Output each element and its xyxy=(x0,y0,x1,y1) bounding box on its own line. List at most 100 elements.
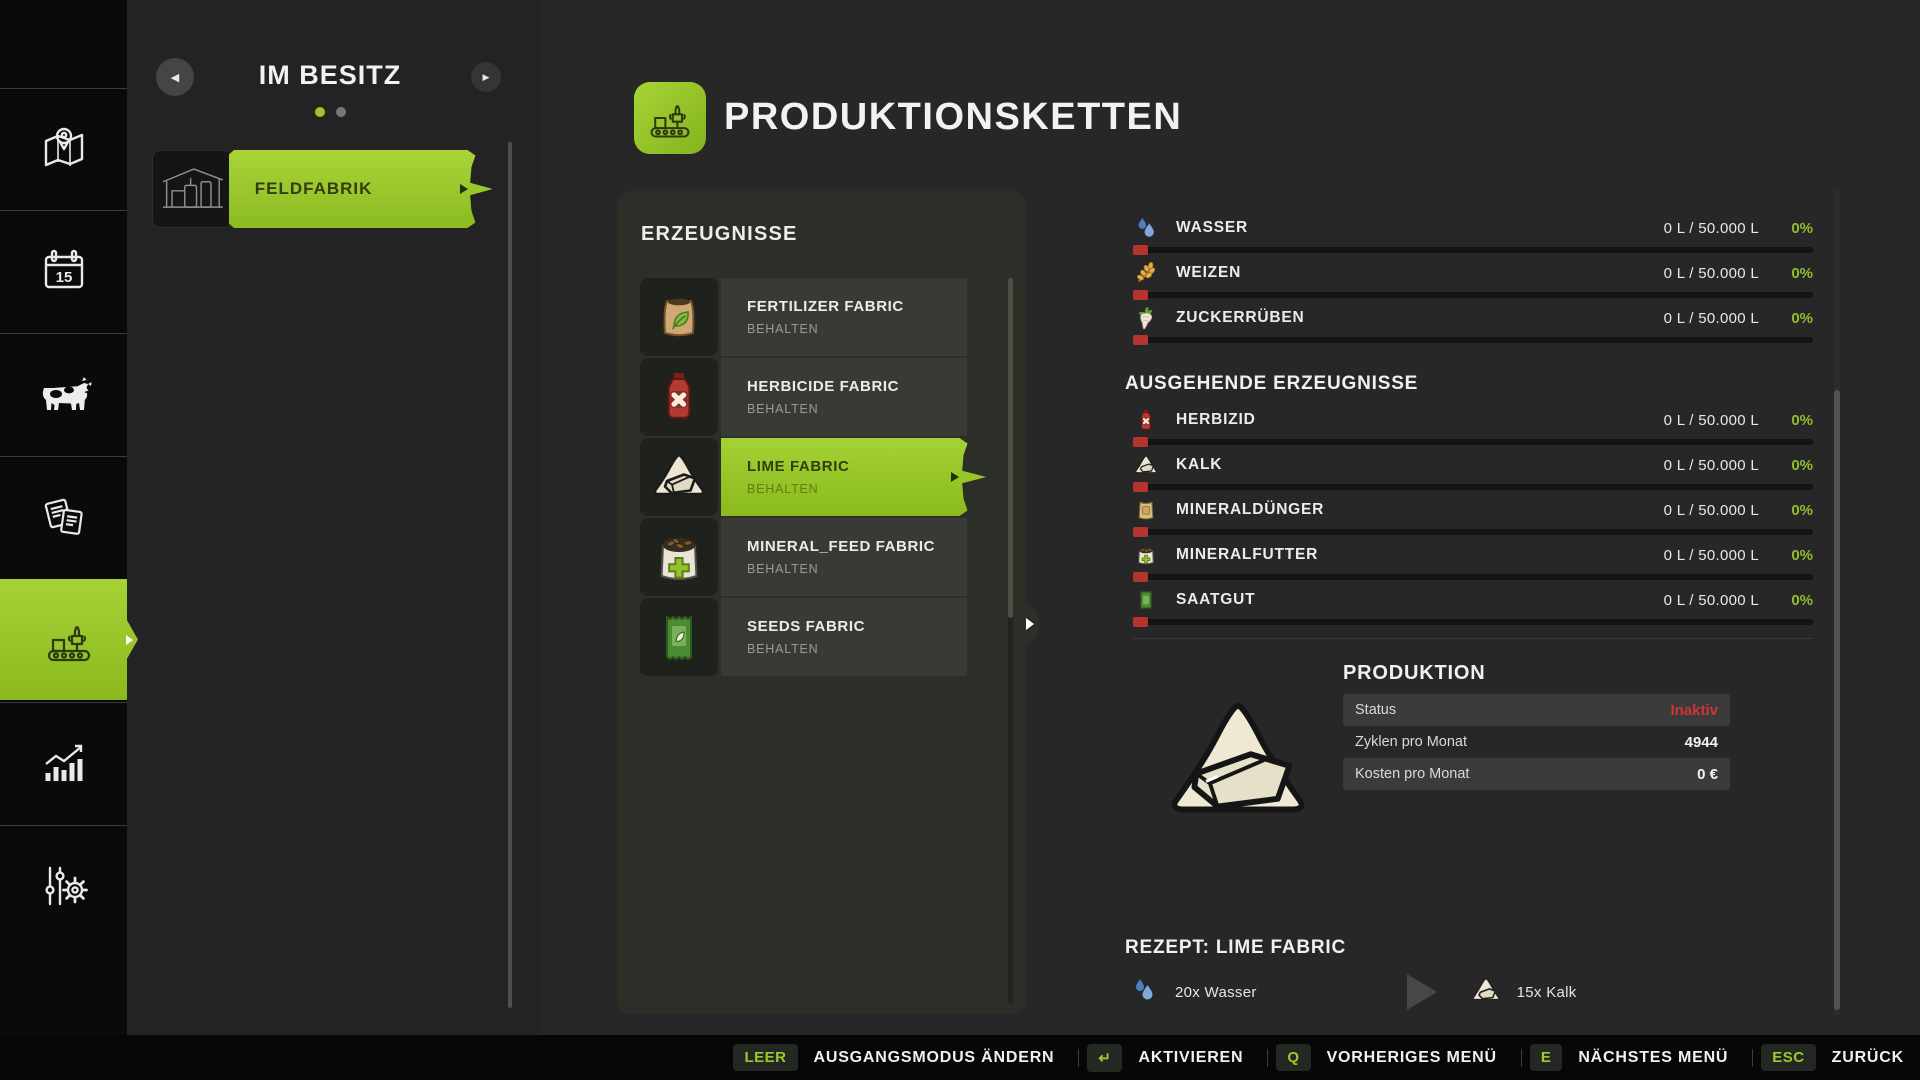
water-icon xyxy=(1133,215,1159,241)
outgoing-section-title: AUSGEHENDE ERZEUGNISSE xyxy=(1125,373,1418,395)
seeds-icon xyxy=(640,598,718,676)
products-list: FERTILIZER FABRIC BEHALTEN HERBICIDE FAB… xyxy=(640,278,1010,678)
product-label: HERBICIDE FABRIC xyxy=(747,378,967,395)
storage-percent: 0% xyxy=(1759,220,1813,237)
settings-icon xyxy=(38,860,90,912)
lime-pile-image xyxy=(1145,698,1331,829)
prev-page-button[interactable]: ◀ xyxy=(156,58,194,96)
fertilizer-icon xyxy=(640,278,718,356)
product-item-fertilizer[interactable]: FERTILIZER FABRIC BEHALTEN xyxy=(640,278,1010,356)
recipe-input-label: 20x Wasser xyxy=(1175,984,1257,1001)
product-item-body: SEEDS FABRIC BEHALTEN xyxy=(721,598,967,676)
fill-bar xyxy=(1133,529,1813,535)
wheat-icon xyxy=(1133,260,1159,286)
separator xyxy=(1267,1049,1268,1067)
sidebar-item-animals[interactable] xyxy=(0,333,127,454)
product-item-body: MINERAL_FEED FABRIC BEHALTEN xyxy=(721,518,967,596)
chevron-right-icon xyxy=(951,472,959,482)
key-e[interactable]: E xyxy=(1530,1044,1563,1071)
storage-row-mineralfutter: MINERALFUTTER 0 L / 50.000 L 0% xyxy=(1125,540,1813,582)
recipe-arrow-icon xyxy=(1407,974,1437,1010)
products-scrollbar[interactable] xyxy=(1008,278,1013,1004)
next-page-button[interactable]: ▶ xyxy=(471,62,501,92)
storage-label: HERBIZID xyxy=(1176,411,1664,429)
right-scrollbar[interactable] xyxy=(1834,190,1840,1015)
product-item-body: LIME FABRIC BEHALTEN xyxy=(721,438,989,516)
storage-percent: 0% xyxy=(1759,502,1813,519)
fill-bar xyxy=(1133,439,1813,445)
factory-icon xyxy=(152,150,232,228)
sidebar-item-contracts[interactable] xyxy=(0,456,127,577)
recipe-output-label: 15x Kalk xyxy=(1517,984,1577,1001)
mineral-feed-icon xyxy=(640,518,718,596)
product-mode: BEHALTEN xyxy=(747,402,967,416)
production-icon xyxy=(646,94,694,142)
product-item-lime-selected[interactable]: LIME FABRIC BEHALTEN xyxy=(640,438,1010,516)
statistics-icon xyxy=(38,737,90,789)
lime-icon xyxy=(1133,452,1159,478)
key-esc[interactable]: ESC xyxy=(1761,1044,1815,1071)
active-tab-arrow-icon xyxy=(126,635,133,645)
sidebar-item-settings[interactable] xyxy=(0,825,127,946)
sugarbeet-icon xyxy=(1133,305,1159,331)
sidebar-item-statistics[interactable] xyxy=(0,702,127,823)
water-icon xyxy=(1131,977,1157,1008)
production-row-cycles: Zyklen pro Monat 4944 xyxy=(1343,726,1730,758)
storage-amount: 0 L / 50.000 L xyxy=(1664,592,1759,609)
storage-amount: 0 L / 50.000 L xyxy=(1664,310,1759,327)
production-row-label: Status xyxy=(1355,702,1670,718)
right-scrollbar-thumb[interactable] xyxy=(1834,390,1840,1010)
action-change-output-mode[interactable]: AUSGANGSMODUS ÄNDERN xyxy=(814,1049,1055,1067)
panel-expand-arrow[interactable] xyxy=(1021,602,1039,646)
sidebar-item-production[interactable] xyxy=(0,579,138,700)
fill-marker xyxy=(1133,245,1148,255)
storage-row-wasser: WASSER 0 L / 50.000 L 0% xyxy=(1125,213,1813,255)
arrow-right-icon xyxy=(1026,618,1034,630)
main-sidebar: 15 xyxy=(0,0,127,1080)
fill-bar xyxy=(1133,619,1813,625)
storage-percent: 0% xyxy=(1759,265,1813,282)
action-back[interactable]: ZURÜCK xyxy=(1832,1049,1904,1067)
separator xyxy=(1521,1049,1522,1067)
product-item-seeds[interactable]: SEEDS FABRIC BEHALTEN xyxy=(640,598,1010,676)
product-mode: BEHALTEN xyxy=(747,562,967,576)
sidebar-item-map[interactable] xyxy=(0,88,127,209)
product-item-herbicide[interactable]: HERBICIDE FABRIC BEHALTEN xyxy=(640,358,1010,436)
key-enter[interactable]: ↵ xyxy=(1087,1044,1122,1072)
separator xyxy=(1078,1049,1079,1067)
svg-text:15: 15 xyxy=(55,269,72,286)
fill-bar xyxy=(1133,247,1813,253)
key-q[interactable]: Q xyxy=(1276,1044,1310,1071)
owned-item-body: FELDFABRIK xyxy=(229,150,494,228)
action-activate[interactable]: AKTIVIEREN xyxy=(1138,1049,1243,1067)
product-mode: BEHALTEN xyxy=(747,482,989,496)
product-item-body: FERTILIZER FABRIC BEHALTEN xyxy=(721,278,967,356)
contracts-icon xyxy=(38,491,90,543)
storage-amount: 0 L / 50.000 L xyxy=(1664,412,1759,429)
products-scrollbar-thumb[interactable] xyxy=(1008,278,1013,618)
key-space[interactable]: LEER xyxy=(733,1044,797,1071)
production-table: Status Inaktiv Zyklen pro Monat 4944 Kos… xyxy=(1343,694,1730,790)
cow-icon xyxy=(36,372,92,416)
page-title: PRODUKTIONSKETTEN xyxy=(724,96,1182,139)
fill-bar xyxy=(1133,484,1813,490)
section-divider xyxy=(1133,638,1813,639)
herbicide-icon xyxy=(640,358,718,436)
storage-label: KALK xyxy=(1176,456,1664,474)
owned-panel-scrollbar[interactable] xyxy=(508,142,512,1008)
owned-item-feldfabrik[interactable]: FELDFABRIK xyxy=(152,150,494,228)
action-next-menu[interactable]: NÄCHSTES MENÜ xyxy=(1578,1049,1728,1067)
storage-label: ZUCKERRÜBEN xyxy=(1176,309,1664,327)
map-icon xyxy=(38,123,90,175)
fill-bar xyxy=(1133,292,1813,298)
product-item-mineral-feed[interactable]: MINERAL_FEED FABRIC BEHALTEN xyxy=(640,518,1010,596)
production-costs-value: 0 € xyxy=(1697,766,1718,783)
sidebar-item-calendar[interactable]: 15 xyxy=(0,210,127,331)
fill-bar xyxy=(1133,337,1813,343)
product-item-body: HERBICIDE FABRIC BEHALTEN xyxy=(721,358,967,436)
recipe-section-title: REZEPT: LIME FABRIC xyxy=(1125,937,1346,959)
product-label: FERTILIZER FABRIC xyxy=(747,298,967,315)
action-previous-menu[interactable]: VORHERIGES MENÜ xyxy=(1327,1049,1497,1067)
storage-percent: 0% xyxy=(1759,412,1813,429)
storage-percent: 0% xyxy=(1759,547,1813,564)
